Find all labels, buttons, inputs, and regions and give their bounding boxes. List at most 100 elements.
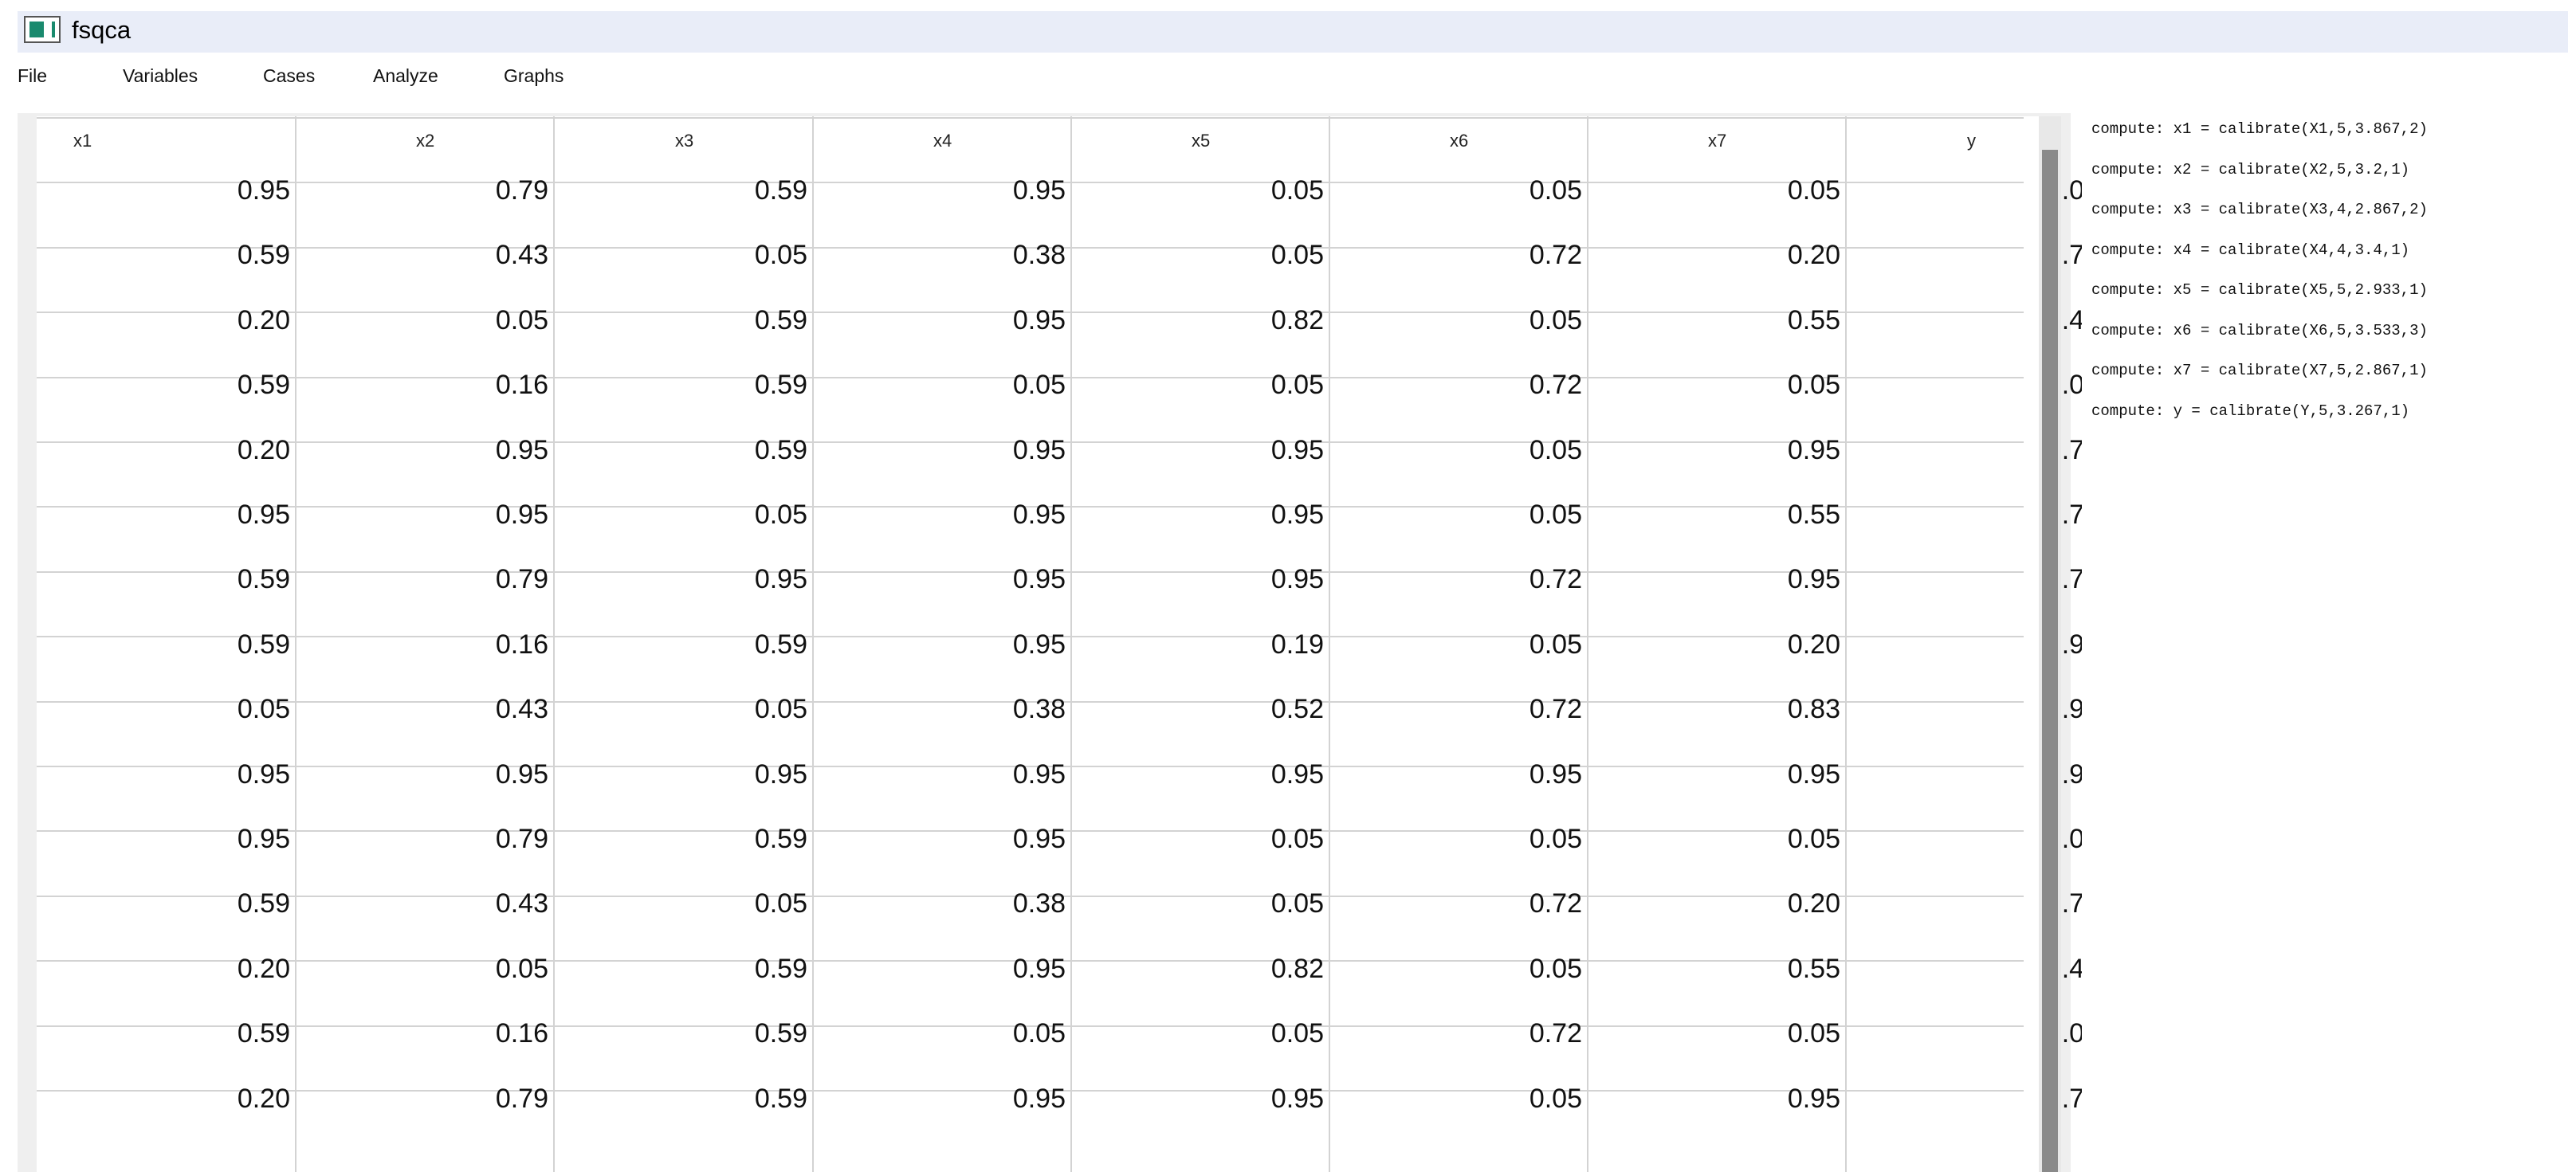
table-cell[interactable]: 0.95 xyxy=(1860,629,2099,660)
table-cell[interactable]: 0.95 xyxy=(309,758,548,790)
table-cell[interactable]: 0.95 xyxy=(1085,758,1324,790)
table-cell[interactable]: 0.59 xyxy=(568,434,807,466)
table-cell[interactable]: 0.59 xyxy=(51,629,290,660)
table-cell[interactable]: 0.95 xyxy=(1085,563,1324,595)
table-cell[interactable]: 0.05 xyxy=(1085,369,1324,401)
table-cell[interactable]: 0.59 xyxy=(568,1083,807,1115)
table-cell[interactable]: 0.95 xyxy=(1085,1083,1324,1115)
table-cell[interactable]: 0.05 xyxy=(1343,174,1582,206)
table-cell[interactable]: 0.95 xyxy=(827,434,1066,466)
table-cell[interactable]: 0.59 xyxy=(568,1017,807,1049)
table-cell[interactable]: 0.05 xyxy=(1343,953,1582,985)
table-cell[interactable]: 0.20 xyxy=(51,1083,290,1115)
table-cell[interactable]: 0.05 xyxy=(1601,1017,1840,1049)
table-cell[interactable]: 0.43 xyxy=(309,888,548,919)
table-cell[interactable]: 0.05 xyxy=(1343,499,1582,531)
menu-graphs[interactable]: Graphs xyxy=(504,57,564,94)
table-cell[interactable]: 0.59 xyxy=(568,953,807,985)
table-cell[interactable]: 0.05 xyxy=(1085,888,1324,919)
scrollbar-thumb[interactable] xyxy=(2042,150,2058,1172)
table-cell[interactable]: 0.16 xyxy=(309,369,548,401)
table-cell[interactable]: 0.95 xyxy=(568,563,807,595)
table-cell[interactable]: 0.59 xyxy=(568,823,807,855)
table-cell[interactable]: 0.59 xyxy=(568,369,807,401)
table-cell[interactable]: 0.20 xyxy=(51,434,290,466)
column-header-x7[interactable]: x7 xyxy=(1708,131,1726,151)
table-cell[interactable]: 0.78 xyxy=(1860,434,2099,466)
table-cell[interactable]: 0.72 xyxy=(1343,563,1582,595)
table-cell[interactable]: 0.95 xyxy=(827,563,1066,595)
table-cell[interactable]: 0.05 xyxy=(568,888,807,919)
table-cell[interactable]: 0.72 xyxy=(1343,369,1582,401)
table-cell[interactable]: 0.05 xyxy=(827,369,1066,401)
table-cell[interactable]: 0.05 xyxy=(1860,1017,2099,1049)
table-cell[interactable]: 0.59 xyxy=(51,369,290,401)
table-cell[interactable]: 0.20 xyxy=(1601,239,1840,271)
table-cell[interactable]: 0.38 xyxy=(827,239,1066,271)
table-cell[interactable]: 0.05 xyxy=(1601,369,1840,401)
column-header-x1[interactable]: x1 xyxy=(73,131,92,151)
table-cell[interactable]: 0.72 xyxy=(1343,1017,1582,1049)
table-cell[interactable]: 0.59 xyxy=(51,1017,290,1049)
table-cell[interactable]: 0.43 xyxy=(309,693,548,725)
table-cell[interactable]: 0.95 xyxy=(309,434,548,466)
menu-analyze[interactable]: Analyze xyxy=(373,57,438,94)
table-cell[interactable]: 0.95 xyxy=(1601,758,1840,790)
table-cell[interactable]: 0.55 xyxy=(1601,499,1840,531)
table-cell[interactable]: 0.95 xyxy=(827,174,1066,206)
table-cell[interactable]: 0.83 xyxy=(1601,693,1840,725)
table-cell[interactable]: 0.20 xyxy=(1601,629,1840,660)
table-cell[interactable]: 0.05 xyxy=(1860,369,2099,401)
table-cell[interactable]: 0.95 xyxy=(1860,693,2099,725)
table-cell[interactable]: 0.95 xyxy=(568,758,807,790)
table-cell[interactable]: 0.95 xyxy=(1601,563,1840,595)
table-cell[interactable]: 0.20 xyxy=(51,953,290,985)
table-cell[interactable]: 0.79 xyxy=(309,823,548,855)
table-cell[interactable]: 0.95 xyxy=(827,499,1066,531)
table-cell[interactable]: 0.72 xyxy=(1343,239,1582,271)
table-cell[interactable]: 0.95 xyxy=(1601,434,1840,466)
column-header-x4[interactable]: x4 xyxy=(933,131,952,151)
table-cell[interactable]: 0.59 xyxy=(568,174,807,206)
table-cell[interactable]: 0.95 xyxy=(827,1083,1066,1115)
menu-file[interactable]: File xyxy=(18,57,47,94)
table-cell[interactable]: 0.78 xyxy=(1860,499,2099,531)
table-cell[interactable]: 0.05 xyxy=(568,239,807,271)
table-cell[interactable]: 0.05 xyxy=(827,1017,1066,1049)
table-cell[interactable]: 0.78 xyxy=(1860,888,2099,919)
table-cell[interactable]: 0.59 xyxy=(51,239,290,271)
table-cell[interactable]: 0.95 xyxy=(51,499,290,531)
menu-cases[interactable]: Cases xyxy=(263,57,315,94)
table-cell[interactable]: 0.95 xyxy=(309,499,548,531)
table-cell[interactable]: 0.59 xyxy=(51,563,290,595)
table-cell[interactable]: 0.95 xyxy=(1085,499,1324,531)
table-cell[interactable]: 0.05 xyxy=(1860,174,2099,206)
table-cell[interactable]: 0.95 xyxy=(1601,1083,1840,1115)
table-cell[interactable]: 0.05 xyxy=(1085,1017,1324,1049)
table-cell[interactable]: 0.95 xyxy=(827,953,1066,985)
table-cell[interactable]: 0.72 xyxy=(1343,888,1582,919)
table-cell[interactable]: 0.05 xyxy=(1601,174,1840,206)
table-cell[interactable]: 0.41 xyxy=(1860,304,2099,336)
table-cell[interactable]: 0.38 xyxy=(827,888,1066,919)
table-cell[interactable]: 0.05 xyxy=(568,693,807,725)
table-cell[interactable]: 0.82 xyxy=(1085,953,1324,985)
table-cell[interactable]: 0.78 xyxy=(1860,563,2099,595)
table-cell[interactable]: 0.38 xyxy=(827,693,1066,725)
table-cell[interactable]: 0.52 xyxy=(1085,693,1324,725)
table-cell[interactable]: 0.79 xyxy=(309,563,548,595)
table-cell[interactable]: 0.05 xyxy=(1601,823,1840,855)
table-cell[interactable]: 0.79 xyxy=(309,1083,548,1115)
table-cell[interactable]: 0.20 xyxy=(51,304,290,336)
column-header-y[interactable]: y xyxy=(1967,131,1976,151)
table-cell[interactable]: 0.41 xyxy=(1860,953,2099,985)
table-cell[interactable]: 0.95 xyxy=(51,758,290,790)
table-cell[interactable]: 0.05 xyxy=(1343,629,1582,660)
table-cell[interactable]: 0.72 xyxy=(1343,693,1582,725)
table-cell[interactable]: 0.05 xyxy=(1085,823,1324,855)
table-cell[interactable]: 0.95 xyxy=(1860,758,2099,790)
table-cell[interactable]: 0.05 xyxy=(568,499,807,531)
table-cell[interactable]: 0.95 xyxy=(1343,758,1582,790)
table-cell[interactable]: 0.05 xyxy=(1860,823,2099,855)
table-cell[interactable]: 0.05 xyxy=(51,693,290,725)
